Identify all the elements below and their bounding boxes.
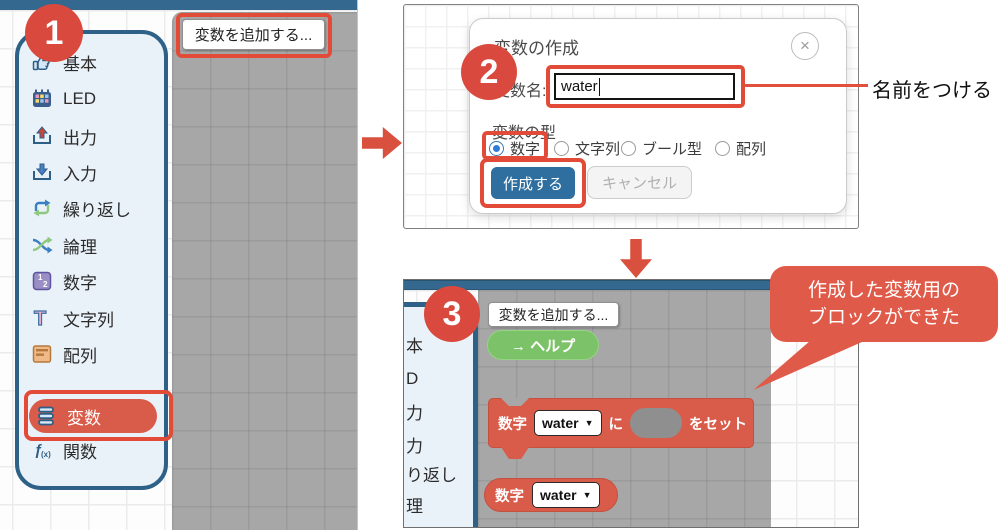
sidebar-item-function[interactable]: ƒ (x) 関数 [31,435,97,465]
radio-label: 文字列 [575,141,621,158]
sidebar-item-label: 入力 [63,164,97,184]
step-badge-1: 1 [25,4,83,62]
radio-label: 数字 [510,141,541,158]
sidebar-item-label: 配列 [63,346,97,366]
dropdown-value: water [542,415,579,431]
sidebar-item-label: LED [63,89,97,108]
block-particle-label: に [608,416,624,433]
step-badge-3: 3 [424,286,480,342]
cancel-button[interactable]: キャンセル [587,166,692,199]
help-block[interactable]: → ヘルプ [487,330,599,360]
led-icon [33,89,51,107]
variable-name-value: water [561,78,598,95]
sidebar-label-fragment: り返し [406,466,457,485]
add-variable-button[interactable]: 変数を追加する... [182,19,325,50]
radio-icon [621,141,636,156]
callout-line-2: ブロックができた [807,307,960,328]
sidebar-item-label: 関数 [63,442,97,462]
sidebar-item-array[interactable]: 配列 [31,339,97,369]
sidebar-item-label: 数字 [63,273,97,293]
sidebar-item-variable[interactable]: 変数 [29,399,157,433]
sidebar-label-fragment: 力 [406,404,423,423]
block-suffix-label: をセット [689,416,747,433]
sidebar-label-fragment: D [406,369,419,388]
variable-icon [38,406,54,426]
sidebar-label-fragment: 理 [406,497,423,516]
add-variable-button[interactable]: 変数を追加する... [488,302,619,327]
callout-bubble: 作成した変数用の ブロックができた [770,266,998,342]
function-icon: ƒ (x) [34,442,51,459]
sidebar-item-label: 出力 [63,128,97,148]
svg-text:2: 2 [43,280,48,289]
chevron-down-icon: ▼ [584,418,594,428]
create-variable-dialog: 変数の作成 × 変数名: water 変数の型 数字 文字列 ブール型 配列 作… [469,18,847,214]
radio-icon [554,141,569,156]
create-button[interactable]: 作成する [491,167,575,199]
set-variable-block[interactable]: 数字 water ▼ に をセット [488,398,754,448]
sidebar-label-fragment: 本 [406,337,423,356]
sidebar-item-led[interactable]: LED [31,84,96,114]
svg-text:(x): (x) [41,450,51,459]
sidebar-item-output[interactable]: 出力 [31,121,97,151]
svg-text:T: T [34,308,46,329]
callout-line-1: 作成した変数用の [807,280,960,301]
output-icon [33,126,51,144]
panel-step1-editor: 変数を追加する... 基本 LED 出力 入力 繰り返し 論理 1 2 数字 T… [0,0,358,530]
sidebar-item-label: 文字列 [63,310,114,330]
radio-type-string[interactable]: 文字列 [554,138,620,159]
sidebar-item-string[interactable]: T 文字列 [31,303,114,333]
array-icon [32,345,52,363]
block-category-label: 数字 [495,488,524,505]
sidebar-item-loop[interactable]: 繰り返し [31,193,131,223]
panel-step2-dialog: 変数の作成 × 変数名: water 変数の型 数字 文字列 ブール型 配列 作… [403,4,859,229]
dropdown-value: water [540,487,577,503]
radio-selected-icon [489,141,504,156]
loop-icon [33,199,51,217]
sidebar-item-logic[interactable]: 論理 [31,230,97,260]
category-sidebar: 基本 LED 出力 入力 繰り返し 論理 1 2 数字 T 文字列 配列 変数 … [15,30,168,490]
sidebar-item-input[interactable]: 入力 [31,157,97,187]
sidebar-item-label: 変数 [67,408,101,428]
number-icon: 1 2 [32,271,52,291]
variable-dropdown[interactable]: water ▼ [532,482,600,508]
empty-value-slot[interactable] [630,408,682,438]
radio-type-boolean[interactable]: ブール型 [621,138,702,159]
variable-name-input[interactable]: water [554,73,735,100]
block-category-label: 数字 [498,416,527,433]
down-arrow [620,239,652,278]
radio-type-number[interactable]: 数字 [489,138,540,159]
sidebar-label-fragment: 力 [406,437,423,456]
variables-flyout-background [172,12,357,530]
close-button[interactable]: × [791,32,819,60]
radio-label: 配列 [736,141,767,158]
sidebar-item-label: 繰り返し [63,200,131,220]
radio-label: ブール型 [642,141,703,158]
variable-dropdown[interactable]: water ▼ [534,410,602,436]
annotation-name-text: 名前をつける [872,80,992,102]
logic-icon [32,236,53,254]
right-arrow [362,127,402,159]
variable-getter-block[interactable]: 数字 water ▼ [484,478,618,512]
step-badge-2: 2 [461,44,517,100]
text-cursor [598,77,601,96]
chevron-down-icon: ▼ [582,490,592,500]
sidebar-item-number[interactable]: 1 2 数字 [31,266,97,296]
sidebar-item-label: 論理 [63,237,97,257]
annotation-connector-line [744,84,868,87]
string-icon: T [33,307,46,329]
radio-icon [715,141,730,156]
radio-type-array[interactable]: 配列 [715,138,766,159]
input-icon [33,163,51,180]
tutorial-composite: 変数を追加する... 基本 LED 出力 入力 繰り返し 論理 1 2 数字 T… [0,0,1000,530]
